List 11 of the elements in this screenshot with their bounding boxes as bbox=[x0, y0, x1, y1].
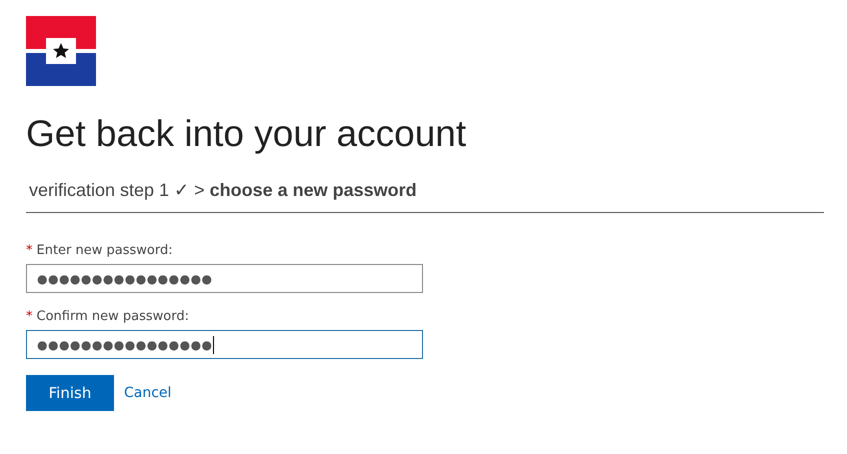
finish-button[interactable]: Finish bbox=[26, 375, 114, 411]
cancel-link[interactable]: Cancel bbox=[124, 385, 172, 401]
breadcrumb: verification step 1 ✓ > choose a new password bbox=[29, 179, 418, 202]
field-label: Confirm new password: bbox=[36, 309, 189, 324]
required-mark: * bbox=[26, 309, 32, 324]
flag-logo-icon bbox=[26, 16, 96, 86]
password-field[interactable]: ●●●●●●●●●●●●●●●● bbox=[26, 330, 423, 359]
page-title: Get back into your account bbox=[26, 112, 468, 156]
field-label: Enter new password: bbox=[36, 243, 173, 258]
required-mark: * bbox=[26, 243, 32, 258]
password-field[interactable]: ●●●●●●●●●●●●●●●● bbox=[26, 264, 423, 293]
